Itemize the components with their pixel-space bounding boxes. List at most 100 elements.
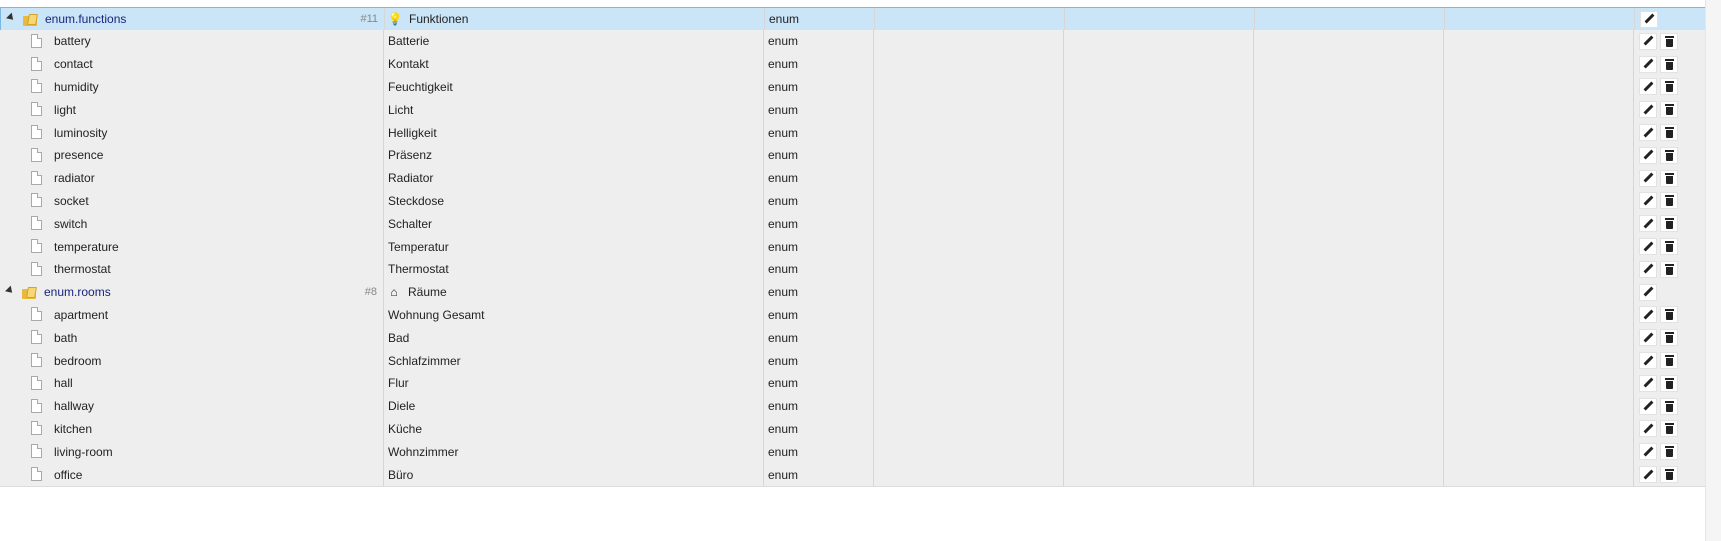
edit-button[interactable]	[1639, 146, 1657, 164]
edit-button[interactable]	[1639, 420, 1657, 438]
delete-button[interactable]	[1660, 215, 1678, 233]
table-row[interactable]: hall Flur enum	[0, 371, 1721, 396]
delete-button[interactable]	[1660, 238, 1678, 255]
name-cell: Präsenz	[383, 144, 763, 167]
item-id-label[interactable]: hall	[54, 372, 73, 395]
delete-button[interactable]	[1660, 374, 1678, 392]
table-row[interactable]: contact Kontakt enum	[0, 52, 1721, 77]
edit-button[interactable]	[1639, 55, 1657, 73]
delete-button[interactable]	[1660, 32, 1678, 50]
edit-button[interactable]	[1639, 124, 1657, 141]
item-id-label[interactable]: bedroom	[54, 349, 101, 372]
delete-button[interactable]	[1660, 329, 1678, 347]
item-id-label[interactable]: living-room	[54, 440, 113, 463]
edit-button[interactable]	[1639, 283, 1657, 301]
delete-button[interactable]	[1660, 306, 1678, 324]
delete-button[interactable]	[1660, 146, 1678, 164]
delete-button[interactable]	[1660, 55, 1678, 73]
column-separator	[1253, 303, 1254, 327]
table-row-group[interactable]: enum.functions #11 💡 Funktionen enum	[0, 7, 1721, 31]
table-row[interactable]: hallway Diele enum	[0, 394, 1721, 419]
edit-button[interactable]	[1639, 169, 1657, 187]
id-cell: battery	[0, 30, 383, 53]
delete-button[interactable]	[1660, 443, 1678, 461]
delete-button[interactable]	[1660, 169, 1678, 187]
table-row[interactable]: office Büro enum	[0, 463, 1721, 487]
edit-button[interactable]	[1639, 32, 1657, 50]
trash-icon	[1664, 263, 1674, 275]
delete-button[interactable]	[1660, 101, 1678, 119]
item-id-label[interactable]: humidity	[54, 75, 99, 98]
delete-button[interactable]	[1660, 260, 1678, 278]
item-id-label[interactable]: radiator	[54, 167, 95, 190]
edit-button[interactable]	[1639, 397, 1657, 415]
table-row[interactable]: temperature Temperatur enum	[0, 235, 1721, 259]
delete-button[interactable]	[1660, 397, 1678, 415]
edit-button[interactable]	[1639, 352, 1657, 369]
delete-button[interactable]	[1660, 78, 1678, 96]
item-id-label[interactable]: battery	[54, 30, 91, 53]
table-row-group[interactable]: enum.rooms #8 ⌂ Räume enum	[0, 280, 1721, 305]
name-cell: Licht	[383, 98, 763, 121]
trash-icon	[1664, 195, 1674, 207]
row-actions	[1636, 281, 1706, 304]
table-row[interactable]: living-room Wohnzimmer enum	[0, 440, 1721, 465]
column-separator	[1633, 75, 1634, 99]
table-row[interactable]: radiator Radiator enum	[0, 166, 1721, 191]
edit-button[interactable]	[1639, 192, 1657, 210]
edit-button[interactable]	[1639, 329, 1657, 347]
edit-button[interactable]	[1639, 238, 1657, 255]
edit-button[interactable]	[1639, 101, 1657, 119]
item-id-label[interactable]: apartment	[54, 303, 108, 326]
edit-button[interactable]	[1639, 374, 1657, 392]
table-row[interactable]: kitchen Küche enum	[0, 417, 1721, 442]
item-id-label[interactable]: thermostat	[54, 258, 111, 281]
table-row[interactable]: luminosity Helligkeit enum	[0, 121, 1721, 145]
item-name-label: Wohnzimmer	[388, 444, 459, 459]
table-row[interactable]: presence Präsenz enum	[0, 143, 1721, 168]
item-id-label[interactable]: hallway	[54, 395, 94, 418]
edit-button[interactable]	[1640, 10, 1658, 28]
folder-icon	[23, 14, 37, 26]
table-row[interactable]: bedroom Schlafzimmer enum	[0, 349, 1721, 373]
item-id-label[interactable]: switch	[54, 212, 87, 235]
delete-button[interactable]	[1660, 352, 1678, 369]
trash-icon	[1664, 332, 1674, 344]
edit-button[interactable]	[1639, 260, 1657, 278]
table-row[interactable]: thermostat Thermostat enum	[0, 257, 1721, 282]
group-id-label[interactable]: enum.functions	[45, 8, 126, 30]
collapse-triangle-icon[interactable]	[5, 285, 15, 296]
item-id-label[interactable]: luminosity	[54, 121, 107, 144]
column-separator	[1063, 52, 1064, 76]
item-id-label[interactable]: light	[54, 98, 76, 121]
table-row[interactable]: bath Bad enum	[0, 326, 1721, 351]
edit-button[interactable]	[1639, 215, 1657, 233]
edit-button[interactable]	[1639, 306, 1657, 324]
item-id-label[interactable]: temperature	[54, 235, 119, 258]
table-row[interactable]: apartment Wohnung Gesamt enum	[0, 303, 1721, 328]
item-id-label[interactable]: office	[54, 463, 82, 486]
delete-button[interactable]	[1660, 420, 1678, 438]
table-row[interactable]: light Licht enum	[0, 98, 1721, 123]
collapse-triangle-icon[interactable]	[6, 12, 16, 23]
name-cell: Büro	[383, 463, 763, 486]
delete-button[interactable]	[1660, 192, 1678, 210]
item-id-label[interactable]: bath	[54, 326, 77, 349]
delete-button[interactable]	[1660, 124, 1678, 141]
item-id-label[interactable]: kitchen	[54, 417, 92, 440]
type-cell: enum	[763, 326, 873, 349]
item-id-label[interactable]: presence	[54, 144, 103, 167]
table-row[interactable]: switch Schalter enum	[0, 212, 1721, 237]
table-row[interactable]: battery Batterie enum	[0, 29, 1721, 54]
item-id-label[interactable]: socket	[54, 189, 89, 212]
edit-button[interactable]	[1639, 443, 1657, 461]
edit-button[interactable]	[1639, 466, 1657, 483]
delete-button[interactable]	[1660, 466, 1678, 483]
group-id-label[interactable]: enum.rooms	[44, 281, 111, 304]
table-row[interactable]: humidity Feuchtigkeit enum	[0, 75, 1721, 100]
vertical-scrollbar[interactable]	[1705, 0, 1721, 541]
edit-button[interactable]	[1639, 78, 1657, 96]
row-actions	[1636, 98, 1706, 121]
table-row[interactable]: socket Steckdose enum	[0, 189, 1721, 214]
item-id-label[interactable]: contact	[54, 53, 93, 76]
